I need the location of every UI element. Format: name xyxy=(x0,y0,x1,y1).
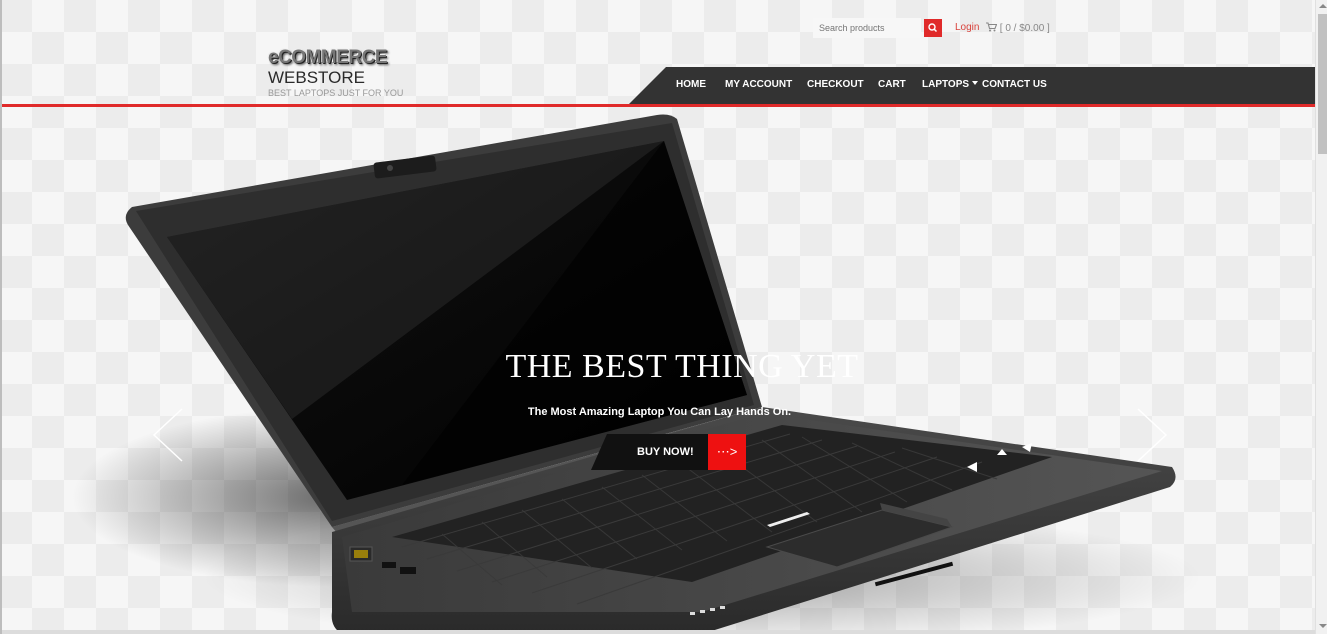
mini-cart[interactable]: [ 0 / $0.00 ] xyxy=(986,22,1050,34)
cart-summary: [ 0 / $0.00 ] xyxy=(999,23,1050,34)
logo-wordmark: eCOMMERCE xyxy=(268,48,418,68)
nav-contact-us[interactable]: CONTACT US xyxy=(982,79,1047,90)
hero-subtitle: The Most Amazing Laptop You Can Lay Hand… xyxy=(527,406,792,418)
search-input[interactable] xyxy=(813,18,921,38)
login-link[interactable]: Login xyxy=(955,22,979,33)
search-button[interactable] xyxy=(924,19,942,37)
slider-prev-arrow[interactable] xyxy=(152,407,184,463)
scroll-up-icon[interactable] xyxy=(1319,4,1327,8)
search-icon xyxy=(928,23,938,33)
nav-cart[interactable]: CART xyxy=(878,79,906,90)
buy-now-button[interactable]: BUY NOW! ⋯> xyxy=(591,434,746,470)
caret-down-icon xyxy=(972,81,979,85)
scroll-thumb[interactable] xyxy=(1318,14,1327,154)
site-logo[interactable]: eCOMMERCE WEBSTORE BEST LAPTOPS JUST FOR… xyxy=(268,48,418,99)
slider-next-arrow[interactable] xyxy=(1136,407,1168,463)
hero-slider: THE BEST THING YET The Most Amazing Lapt… xyxy=(2,107,1315,634)
site-tagline: BEST LAPTOPS JUST FOR YOU xyxy=(268,88,404,98)
bottom-strip xyxy=(2,630,1315,634)
hero-title: THE BEST THING YET xyxy=(505,348,859,385)
scroll-down-icon[interactable] xyxy=(1319,624,1327,628)
cart-icon xyxy=(986,22,998,32)
nav-laptops-dropdown[interactable]: LAPTOPS xyxy=(922,79,979,90)
buy-now-label: BUY NOW! xyxy=(637,446,694,458)
nav-laptops-label: LAPTOPS xyxy=(922,79,970,90)
nav-my-account[interactable]: MY ACCOUNT xyxy=(725,79,792,90)
site-name: WEBSTORE xyxy=(268,68,365,87)
nav-home[interactable]: HOME xyxy=(676,79,706,90)
site-header: eCOMMERCE WEBSTORE BEST LAPTOPS JUST FOR… xyxy=(2,0,1315,108)
page-scrollbar[interactable] xyxy=(1315,0,1327,634)
arrow-right-icon: ⋯> xyxy=(708,434,746,470)
nav-checkout[interactable]: CHECKOUT xyxy=(807,79,864,90)
